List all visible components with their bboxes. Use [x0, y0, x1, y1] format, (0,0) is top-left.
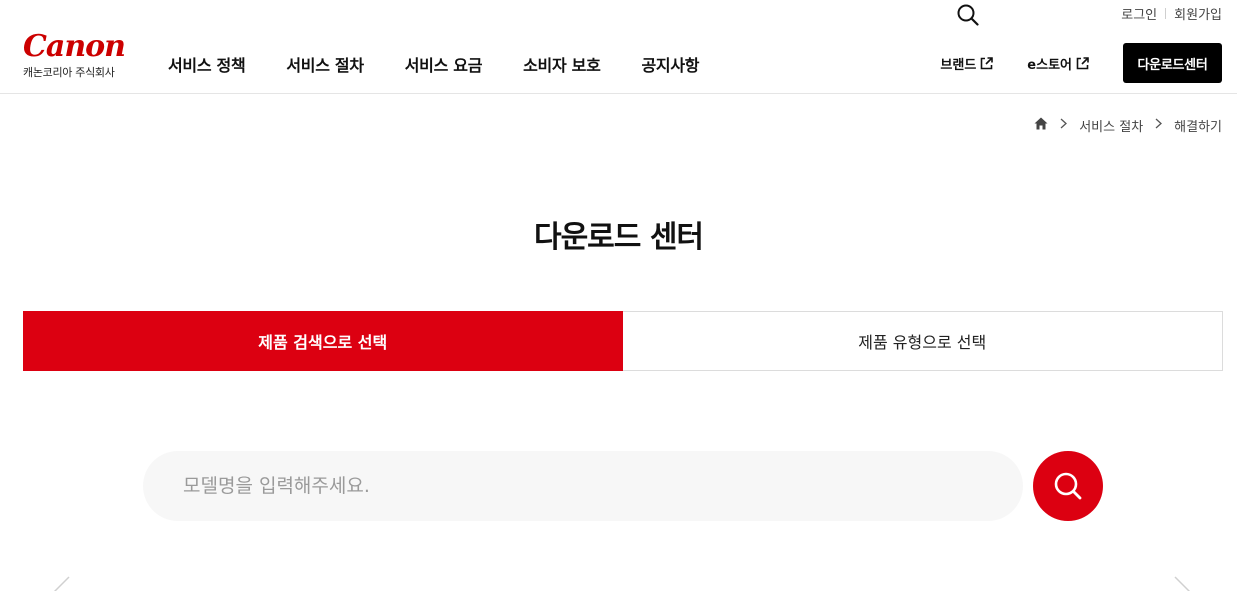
- login-link[interactable]: 로그인: [1121, 4, 1157, 23]
- brand-link[interactable]: 브랜드: [940, 54, 994, 73]
- brand-link-label: 브랜드: [940, 57, 977, 73]
- breadcrumb: 서비스 절차 해결하기: [1034, 116, 1222, 135]
- utility-nav: 로그인 회원가입: [957, 4, 1222, 26]
- carousel-prev-icon[interactable]: [52, 576, 72, 591]
- nav-item-notice[interactable]: 공지사항: [642, 52, 700, 76]
- chevron-right-icon: [1060, 118, 1068, 133]
- search-submit-button[interactable]: [1033, 451, 1103, 521]
- carousel-next-icon[interactable]: [1172, 576, 1192, 591]
- logo-subtitle: 캐논코리아 주식회사: [23, 66, 115, 79]
- side-nav: 브랜드 e스토어 다운로드센터: [940, 43, 1222, 83]
- utility-divider: [1165, 8, 1167, 19]
- estore-link[interactable]: e스토어: [1027, 54, 1089, 73]
- model-search-input[interactable]: [183, 451, 983, 521]
- breadcrumb-service-procedure[interactable]: 서비스 절차: [1079, 116, 1143, 135]
- signup-link[interactable]: 회원가입: [1174, 4, 1222, 23]
- site-header: Canon 캐논코리아 주식회사 로그인 회원가입 서비스 정책 서비스 절차 …: [0, 0, 1237, 94]
- search-icon: [1054, 472, 1082, 500]
- nav-item-service-fee[interactable]: 서비스 요금: [405, 52, 483, 76]
- home-icon[interactable]: [1034, 117, 1048, 134]
- selection-tabs: 제품 검색으로 선택 제품 유형으로 선택: [23, 311, 1223, 371]
- estore-link-label: e스토어: [1027, 57, 1072, 73]
- tab-product-type[interactable]: 제품 유형으로 선택: [622, 311, 1223, 371]
- canon-logo[interactable]: Canon 캐논코리아 주식회사: [23, 32, 138, 80]
- tab-product-search[interactable]: 제품 검색으로 선택: [23, 311, 623, 371]
- search-icon[interactable]: [957, 4, 979, 26]
- nav-item-service-policy[interactable]: 서비스 정책: [168, 52, 246, 76]
- external-link-icon: [980, 56, 994, 69]
- nav-item-service-procedure[interactable]: 서비스 절차: [286, 52, 364, 76]
- nav-item-consumer-protection[interactable]: 소비자 보호: [523, 52, 601, 76]
- breadcrumb-current: 해결하기: [1174, 120, 1222, 135]
- chevron-right-icon: [1155, 118, 1163, 133]
- page-title: 다운로드 센터: [533, 220, 704, 255]
- external-link-icon: [1076, 56, 1089, 69]
- logo-wordmark: Canon: [23, 29, 126, 64]
- download-center-button[interactable]: 다운로드센터: [1123, 43, 1222, 83]
- main-nav: 서비스 정책 서비스 절차 서비스 요금 소비자 보호 공지사항: [168, 52, 740, 76]
- search-box: [143, 451, 1023, 521]
